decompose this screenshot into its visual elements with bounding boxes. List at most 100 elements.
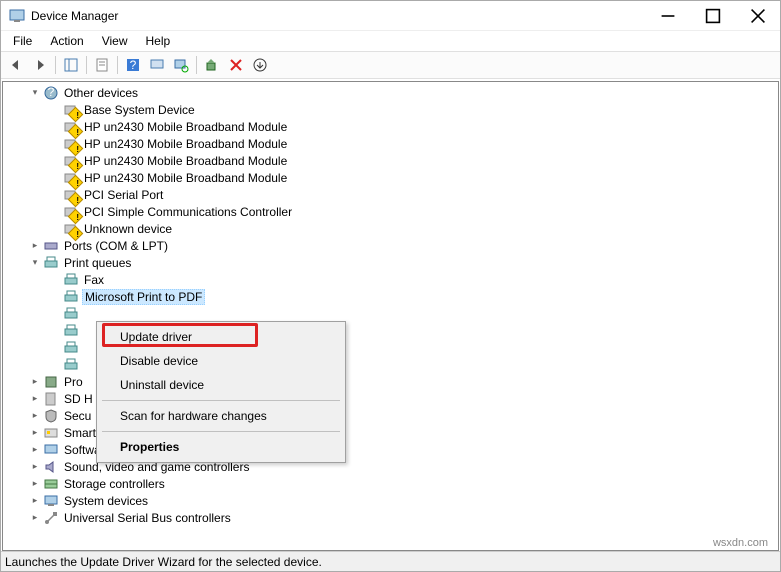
- forward-button[interactable]: [29, 54, 51, 76]
- minimize-button[interactable]: [645, 1, 690, 31]
- tree-node-device[interactable]: PCI Serial Port: [9, 186, 778, 203]
- device-warning-icon: [63, 170, 79, 186]
- tree-node-usb[interactable]: ▸Universal Serial Bus controllers: [9, 509, 778, 526]
- close-button[interactable]: [735, 1, 780, 31]
- tree-label: PCI Simple Communications Controller: [82, 205, 294, 219]
- device-tree-panel[interactable]: ▾ ? Other devices Base System Device HP …: [2, 81, 779, 551]
- toolbar-separator: [117, 56, 118, 74]
- tree-node-printer[interactable]: Microsoft Print to PDF: [9, 288, 778, 305]
- device-warning-icon: [63, 136, 79, 152]
- expand-icon[interactable]: ▸: [29, 376, 41, 388]
- tree-label: Storage controllers: [62, 477, 167, 491]
- printer-icon: [63, 323, 79, 339]
- tree-node-other-devices[interactable]: ▾ ? Other devices: [9, 84, 778, 101]
- usb-icon: [43, 510, 59, 526]
- tree-label: HP un2430 Mobile Broadband Module: [82, 137, 289, 151]
- system-icon: [43, 493, 59, 509]
- context-menu: Update driver Disable device Uninstall d…: [96, 321, 346, 463]
- collapse-icon[interactable]: ▾: [29, 257, 41, 269]
- tree-node-device[interactable]: PCI Simple Communications Controller: [9, 203, 778, 220]
- update-driver-button[interactable]: [201, 54, 223, 76]
- tree-label: Pro: [62, 375, 85, 389]
- expand-icon[interactable]: ▸: [29, 478, 41, 490]
- ctx-properties[interactable]: Properties: [100, 435, 342, 459]
- printer-icon: [63, 357, 79, 373]
- tree-node-device[interactable]: Unknown device: [9, 220, 778, 237]
- expand-icon[interactable]: ▸: [29, 495, 41, 507]
- maximize-button[interactable]: [690, 1, 735, 31]
- tree-node-printer[interactable]: [9, 305, 778, 322]
- tree-label: Microsoft Print to PDF: [82, 289, 205, 305]
- expand-icon[interactable]: ▸: [29, 410, 41, 422]
- tree-node-device[interactable]: Base System Device: [9, 101, 778, 118]
- app-icon: [9, 8, 25, 24]
- expand-icon[interactable]: ▸: [29, 240, 41, 252]
- tree-label: Unknown device: [82, 222, 174, 236]
- toolbar-icon[interactable]: [146, 54, 168, 76]
- menu-help[interactable]: Help: [138, 33, 179, 49]
- printer-icon: [63, 340, 79, 356]
- printer-icon: [63, 306, 79, 322]
- scan-hardware-button[interactable]: [170, 54, 192, 76]
- menu-file[interactable]: File: [5, 33, 40, 49]
- tree-label: Ports (COM & LPT): [62, 239, 170, 253]
- show-hide-tree-button[interactable]: [60, 54, 82, 76]
- toolbar-separator: [196, 56, 197, 74]
- ctx-scan-hardware[interactable]: Scan for hardware changes: [100, 404, 342, 428]
- properties-button[interactable]: [91, 54, 113, 76]
- tree-label: HP un2430 Mobile Broadband Module: [82, 171, 289, 185]
- ctx-uninstall-device[interactable]: Uninstall device: [100, 373, 342, 397]
- device-warning-icon: [63, 153, 79, 169]
- svg-text:?: ?: [130, 58, 137, 72]
- tree-node-system[interactable]: ▸ System devices: [9, 492, 778, 509]
- storage-icon: [43, 476, 59, 492]
- uninstall-button[interactable]: [225, 54, 247, 76]
- toolbar-separator: [55, 56, 56, 74]
- tree-node-device[interactable]: HP un2430 Mobile Broadband Module: [9, 118, 778, 135]
- expand-icon[interactable]: ▸: [29, 427, 41, 439]
- back-button[interactable]: [5, 54, 27, 76]
- menu-view[interactable]: View: [94, 33, 136, 49]
- watermark-text: wsxdn.com: [713, 537, 768, 549]
- category-icon: ?: [43, 85, 59, 101]
- ctx-separator: [102, 431, 340, 432]
- tree-label: Other devices: [62, 86, 140, 100]
- sd-icon: [43, 391, 59, 407]
- ctx-update-driver[interactable]: Update driver: [100, 325, 342, 349]
- expand-icon[interactable]: ▸: [29, 512, 41, 524]
- tree-node-device[interactable]: HP un2430 Mobile Broadband Module: [9, 169, 778, 186]
- tree-node-ports[interactable]: ▸ Ports (COM & LPT): [9, 237, 778, 254]
- tree-label: Base System Device: [82, 103, 197, 117]
- ctx-separator: [102, 400, 340, 401]
- device-warning-icon: [63, 102, 79, 118]
- tree-node-device[interactable]: HP un2430 Mobile Broadband Module: [9, 135, 778, 152]
- device-warning-icon: [63, 119, 79, 135]
- status-bar: Launches the Update Driver Wizard for th…: [1, 551, 780, 571]
- expand-icon[interactable]: ▸: [29, 444, 41, 456]
- tree-node-device[interactable]: HP un2430 Mobile Broadband Module: [9, 152, 778, 169]
- toolbar-separator: [86, 56, 87, 74]
- processor-icon: [43, 374, 59, 390]
- device-warning-icon: [63, 204, 79, 220]
- printer-icon: [63, 289, 79, 305]
- status-text: Launches the Update Driver Wizard for th…: [5, 555, 322, 569]
- tree-label: System devices: [62, 494, 150, 508]
- tree-node-print-queues[interactable]: ▾ Print queues: [9, 254, 778, 271]
- software-icon: [43, 442, 59, 458]
- menu-action[interactable]: Action: [42, 33, 91, 49]
- help-button[interactable]: ?: [122, 54, 144, 76]
- tree-node-storage[interactable]: ▸ Storage controllers: [9, 475, 778, 492]
- toolbar: ?: [1, 51, 780, 79]
- printer-icon: [63, 272, 79, 288]
- tree-label: SD H: [62, 392, 95, 406]
- tree-node-printer[interactable]: Fax: [9, 271, 778, 288]
- ctx-disable-device[interactable]: Disable device: [100, 349, 342, 373]
- expand-icon[interactable]: ▸: [29, 393, 41, 405]
- title-bar: Device Manager: [1, 1, 780, 31]
- tree-label: PCI Serial Port: [82, 188, 165, 202]
- expand-icon[interactable]: ▸: [29, 461, 41, 473]
- tree-label: Secu: [62, 409, 93, 423]
- collapse-icon[interactable]: ▾: [29, 87, 41, 99]
- tree-label: Print queues: [62, 256, 133, 270]
- enable-button[interactable]: [249, 54, 271, 76]
